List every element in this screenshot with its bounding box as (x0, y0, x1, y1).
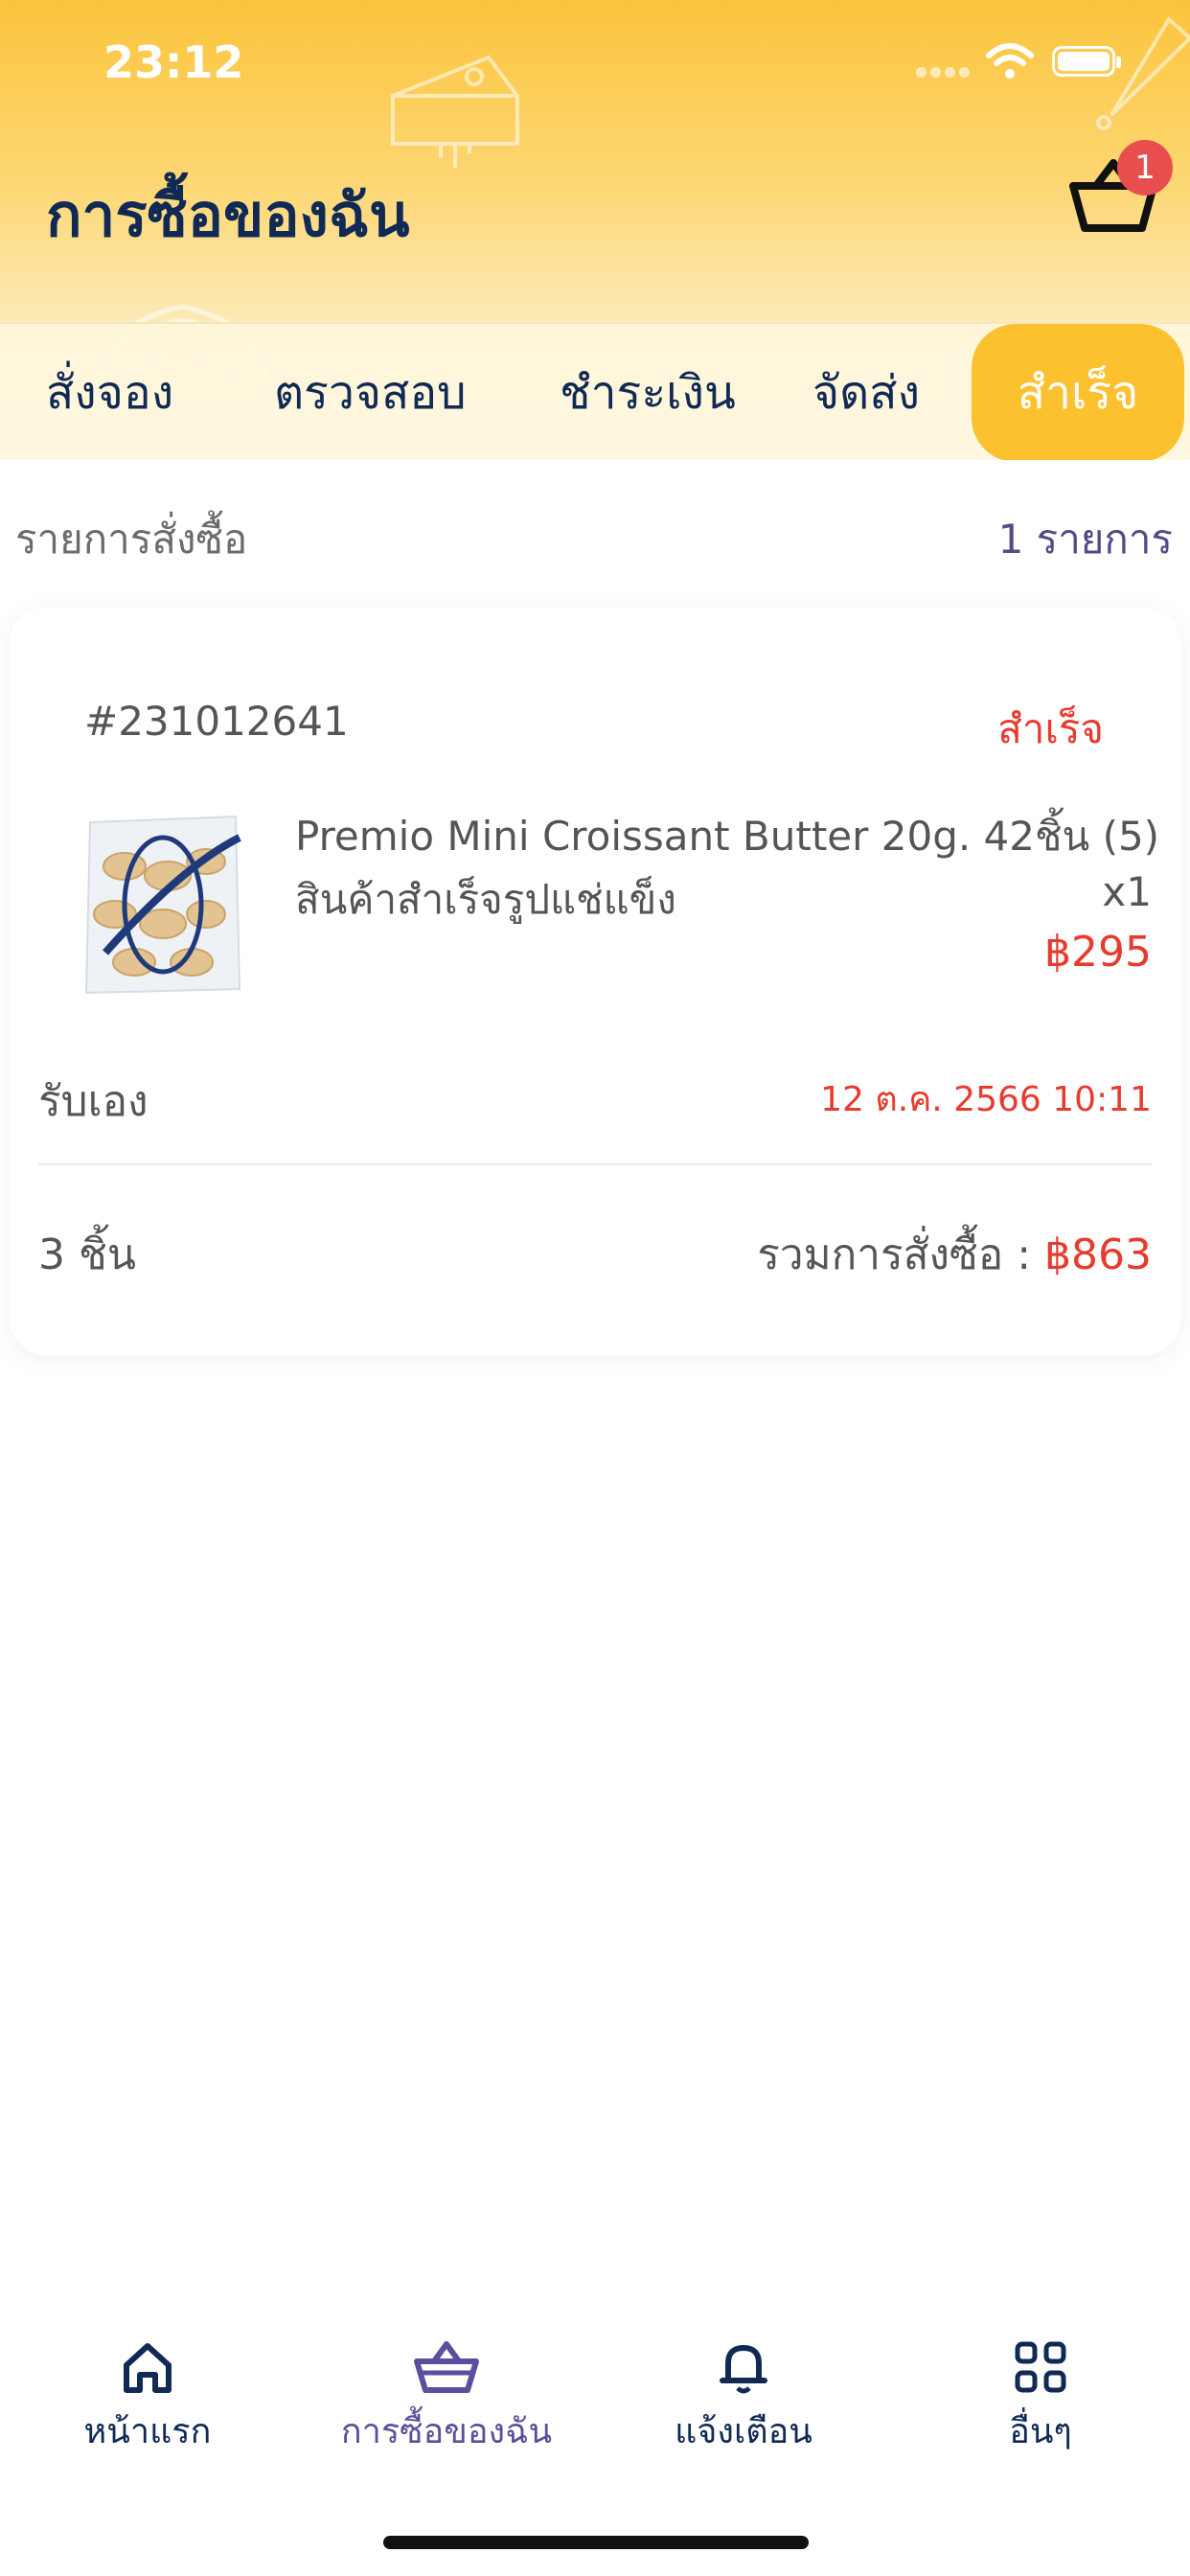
divider (38, 1163, 1152, 1165)
battery-icon (1052, 46, 1121, 77)
wifi-icon (986, 43, 1034, 79)
page-title: การซื้อของฉัน (46, 180, 410, 250)
product-category: สินค้าสำเร็จรูปแช่แข็ง (295, 876, 676, 923)
tab-payment[interactable]: ชำระเงิน (560, 324, 736, 460)
basket-icon (414, 2341, 479, 2393)
list-count: 1 รายการ (997, 516, 1173, 563)
grid-icon (1015, 2341, 1066, 2393)
order-date: 12 ต.ค. 2566 10:11 (820, 1080, 1152, 1119)
cart-badge: 1 (1117, 140, 1173, 196)
nav-my-purchases[interactable]: การซื้อของฉัน (303, 2338, 590, 2458)
home-icon (124, 2343, 172, 2393)
status-tabs: สั่งจอง ตรวจสอบ ชำระเงิน จัดส่ง สำเร็จ (0, 322, 1190, 460)
header: 23:12 การซื้อของฉัน 1 สั่งจอง ตรวจสอบ ชำ… (0, 0, 1190, 460)
product-quantity: x1 (1102, 868, 1152, 915)
tab-pre-order[interactable]: สั่งจอง (46, 324, 173, 460)
nav-notifications-label: แจ้งเตือน (675, 2412, 812, 2451)
delivery-method: รับเอง (38, 1077, 149, 1126)
bottom-nav: หน้าแรก การซื้อของฉัน แจ้งเตือน อื่นๆ (0, 2300, 1190, 2576)
cake-illustration-icon (391, 55, 519, 168)
status-time: 23:12 (103, 36, 244, 88)
order-total: รวมการสั่งซื้อ : ฿863 (757, 1221, 1152, 1288)
product-image (48, 809, 268, 1000)
tab-review[interactable]: ตรวจสอบ (274, 324, 467, 460)
home-indicator[interactable] (383, 2536, 809, 2549)
product-price: ฿295 (1044, 928, 1152, 977)
order-number: #231012641 (84, 698, 349, 745)
bell-icon (720, 2345, 767, 2394)
list-title: รายการสั่งซื้อ (15, 516, 248, 563)
order-card[interactable]: #231012641 สำเร็จ Premio Mini Croissant … (10, 608, 1180, 1355)
total-label: รวมการสั่งซื้อ : (757, 1230, 1045, 1279)
items-count: 3 ชิ้น (38, 1230, 136, 1279)
nav-home-label: หน้าแรก (83, 2412, 212, 2451)
nav-home[interactable]: หน้าแรก (4, 2338, 291, 2458)
tab-completed[interactable]: สำเร็จ (972, 324, 1184, 460)
nav-more-label: อื่นๆ (1009, 2412, 1072, 2451)
nav-notifications[interactable]: แจ้งเตือน (600, 2338, 887, 2458)
tab-shipping[interactable]: จัดส่ง (812, 324, 920, 460)
nav-more[interactable]: อื่นๆ (897, 2338, 1184, 2458)
order-status: สำเร็จ (997, 705, 1104, 752)
nav-my-purchases-label: การซื้อของฉัน (340, 2412, 553, 2451)
signal-icon (916, 63, 973, 78)
product-name: Premio Mini Croissant Butter 20g. 42ชิ้น… (295, 813, 1160, 860)
total-value: ฿863 (1044, 1230, 1152, 1279)
